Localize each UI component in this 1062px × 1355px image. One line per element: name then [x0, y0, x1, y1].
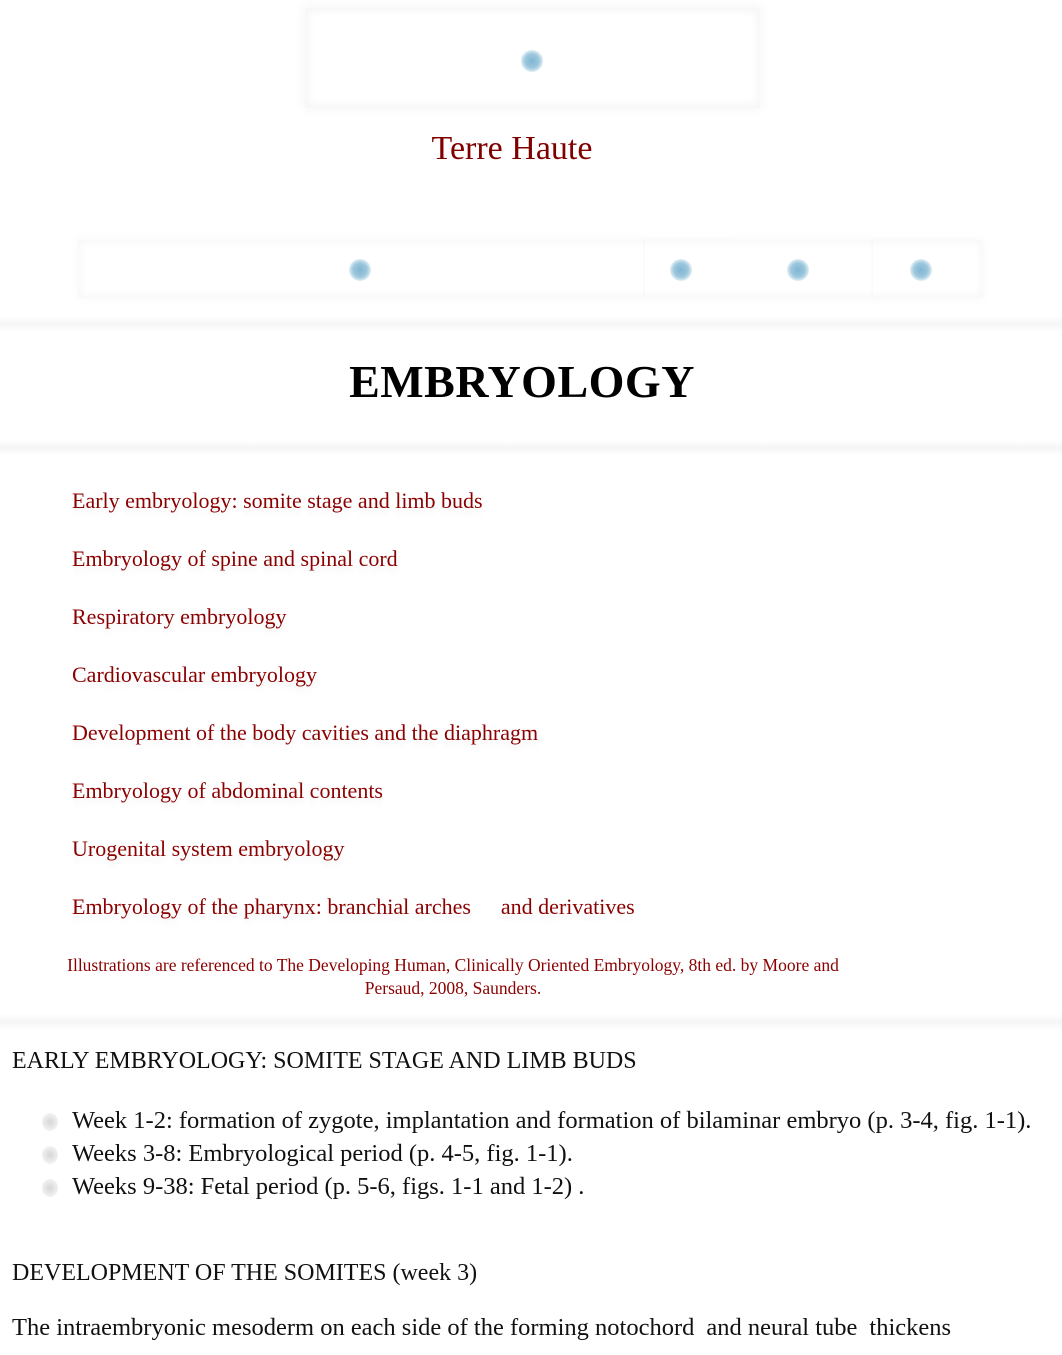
list-item: Weeks 9-38: Fetal period (p. 5-6, figs. …: [42, 1170, 1032, 1203]
paragraph-somites: The intraembryonic mesoderm on each side…: [12, 1314, 951, 1342]
image-placeholder-icon: [910, 259, 932, 281]
list-item-text: Weeks 3-8: Embryological period (p. 4-5,…: [72, 1140, 573, 1167]
horizontal-divider: [0, 1014, 1062, 1030]
bullet-icon: [42, 1113, 58, 1131]
list-item: Weeks 3-8: Embryological period (p. 4-5,…: [42, 1137, 1032, 1170]
nav-image-button-3[interactable]: [738, 240, 863, 298]
image-placeholder-icon: [787, 259, 809, 281]
paragraph-text: and neural tube: [706, 1314, 858, 1341]
logo-image-frame[interactable]: [305, 8, 760, 108]
section-heading-early-embryology: EARLY EMBRYOLOGY: SOMITE STAGE AND LIMB …: [12, 1048, 637, 1074]
toc-item: Development of the body cavities and the…: [72, 720, 635, 778]
site-title: Terre Haute: [431, 130, 593, 167]
toc-link-pharynx[interactable]: Embryology of the pharynx: branchial arc…: [72, 894, 635, 919]
paragraph-text: The intraembryonic mesoderm on each side…: [12, 1314, 695, 1341]
period-list: Week 1-2: formation of zygote, implantat…: [42, 1104, 1032, 1203]
toc-link-spine-spinal-cord[interactable]: Embryology of spine and spinal cord: [72, 546, 398, 571]
table-of-contents: Early embryology: somite stage and limb …: [72, 488, 635, 920]
list-item: Week 1-2: formation of zygote, implantat…: [42, 1104, 1032, 1137]
toc-link-pharynx-part2: and derivatives: [500, 894, 635, 919]
toc-link-body-cavities[interactable]: Development of the body cavities and the…: [72, 720, 538, 745]
toc-link-early-embryology[interactable]: Early embryology: somite stage and limb …: [72, 488, 483, 513]
horizontal-divider: [0, 440, 1062, 456]
toc-link-abdominal[interactable]: Embryology of abdominal contents: [72, 778, 383, 803]
nav-bar: [78, 240, 983, 298]
paragraph-text: thickens: [869, 1314, 952, 1341]
bullet-icon: [42, 1146, 58, 1164]
toc-item: Embryology of the pharynx: branchial arc…: [72, 894, 635, 920]
page-heading: EMBRYOLOGY: [349, 356, 695, 407]
list-item-text: Week 1-2: formation of zygote, implantat…: [72, 1107, 1032, 1134]
toc-link-pharynx-part1: Embryology of the pharynx: branchial arc…: [72, 894, 471, 919]
toc-link-respiratory[interactable]: Respiratory embryology: [72, 604, 286, 629]
bullet-icon: [42, 1179, 58, 1197]
image-placeholder-icon: [349, 259, 371, 281]
toc-item: Early embryology: somite stage and limb …: [72, 488, 635, 546]
nav-image-button-4[interactable]: [873, 240, 978, 298]
toc-link-cardiovascular[interactable]: Cardiovascular embryology: [72, 662, 317, 687]
toc-item: Urogenital system embryology: [72, 836, 635, 894]
image-placeholder-icon: [670, 259, 692, 281]
toc-item: Cardiovascular embryology: [72, 662, 635, 720]
toc-item: Embryology of spine and spinal cord: [72, 546, 635, 604]
toc-item: Embryology of abdominal contents: [72, 778, 635, 836]
citation-line-2: Persaud, 2008, Saunders.: [364, 978, 542, 998]
toc-item: Respiratory embryology: [72, 604, 635, 662]
citation-note: Illustrations are referenced to The Deve…: [20, 954, 886, 1000]
nav-image-button-1[interactable]: [78, 240, 633, 298]
image-placeholder-icon: [521, 50, 543, 72]
toc-link-urogenital[interactable]: Urogenital system embryology: [72, 836, 345, 861]
citation-line-1: Illustrations are referenced to The Deve…: [67, 955, 839, 975]
nav-image-button-2[interactable]: [645, 240, 730, 298]
section-heading-somites: DEVELOPMENT OF THE SOMITES (week 3): [12, 1260, 478, 1286]
list-item-text: Weeks 9-38: Fetal period (p. 5-6, figs. …: [72, 1173, 585, 1200]
horizontal-divider: [0, 316, 1062, 332]
